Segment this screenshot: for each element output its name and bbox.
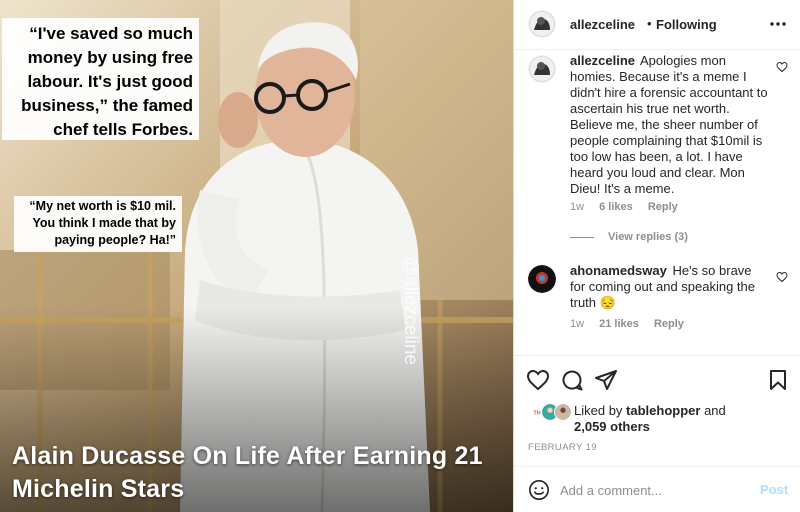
post-author-username[interactable]: allezceline — [570, 17, 635, 32]
action-bar — [514, 355, 800, 403]
comment-like-icon[interactable] — [776, 61, 788, 73]
liker-avatars: TH — [528, 403, 574, 421]
avatar-image — [528, 265, 556, 293]
meme-quote-secondary: “My net worth is $10 mil. You think I ma… — [14, 196, 182, 252]
likes-count[interactable]: 2,059 others — [574, 419, 650, 434]
comment-time: 1w — [570, 201, 585, 213]
post-side-panel: allezceline • Following allezceline Apol… — [513, 0, 800, 512]
separator-dot: • — [647, 16, 652, 31]
post-date[interactable]: FEBRUARY 19 — [528, 442, 597, 453]
avatar-image — [528, 55, 556, 83]
avatar[interactable] — [528, 55, 556, 83]
image-headline: Alain Ducasse On Life After Earning 21 M… — [12, 442, 483, 503]
comment-likes[interactable]: 21 likes — [599, 318, 639, 330]
add-comment-bar: Post — [514, 466, 800, 512]
comment-meta: 1w 6 likes Reply — [570, 201, 690, 213]
avatar[interactable] — [528, 10, 556, 38]
post-header: allezceline • Following — [514, 0, 800, 50]
comment-body: Apologies mon homies. Because it's a mem… — [570, 53, 768, 196]
comment-text: ahonamedsway He's so brave for coming ou… — [570, 263, 770, 311]
liked-by-prefix: Liked by — [574, 403, 627, 418]
following-button[interactable]: Following — [656, 17, 717, 32]
emoji-icon[interactable] — [528, 479, 550, 501]
bookmark-icon[interactable] — [766, 368, 790, 392]
post-button[interactable]: Post — [760, 482, 788, 497]
divider-line — [570, 236, 594, 238]
view-replies-button[interactable]: View replies (3) — [570, 231, 688, 243]
comment-username[interactable]: ahonamedsway — [570, 263, 667, 278]
comments-list[interactable]: allezceline Apologies mon homies. Becaus… — [514, 51, 800, 355]
comment-text: allezceline Apologies mon homies. Becaus… — [570, 53, 770, 197]
avatar[interactable] — [528, 265, 556, 293]
view-replies-label: View replies (3) — [608, 231, 688, 243]
heart-icon[interactable] — [526, 368, 550, 392]
likes-summary: TH Liked by tablehopper and 2,059 others — [514, 400, 800, 440]
comment-likes[interactable]: 6 likes — [599, 201, 633, 213]
comment-username[interactable]: allezceline — [570, 53, 635, 68]
avatar-image — [528, 10, 556, 38]
svg-text:TH: TH — [533, 411, 540, 417]
comment-input[interactable] — [560, 479, 750, 501]
liked-by-middle: and — [700, 403, 726, 418]
more-horizontal-icon[interactable] — [768, 14, 788, 34]
comment-time: 1w — [570, 318, 585, 330]
liked-by-user[interactable]: tablehopper — [626, 403, 700, 418]
watermark: @allezceline — [400, 256, 421, 365]
comment-like-icon[interactable] — [776, 271, 788, 283]
reply-button[interactable]: Reply — [648, 201, 678, 213]
meme-quote-main: “I've saved so much money by using free … — [2, 18, 199, 140]
post-image[interactable]: “I've saved so much money by using free … — [0, 0, 513, 512]
reply-button[interactable]: Reply — [654, 318, 684, 330]
liked-by-text: Liked by tablehopper and 2,059 others — [574, 403, 784, 435]
comment-meta: 1w 21 likes Reply — [570, 318, 696, 330]
comment-icon[interactable] — [560, 368, 584, 392]
share-icon[interactable] — [594, 368, 618, 392]
avatar — [554, 403, 572, 421]
